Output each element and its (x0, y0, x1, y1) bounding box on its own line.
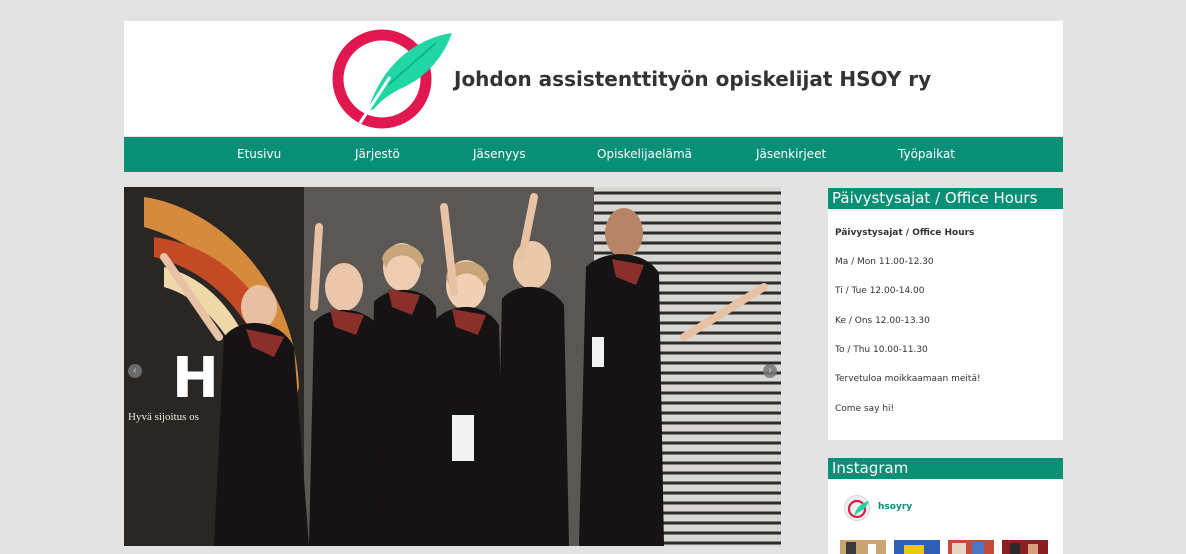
name-badge (592, 337, 604, 367)
chevron-left-icon[interactable]: ‹ (128, 364, 142, 378)
nav-item-jarjesto[interactable]: Järjestö (355, 147, 400, 161)
slide-photo: HS (124, 187, 781, 546)
instagram-thumbnail[interactable] (1002, 540, 1048, 554)
hours-line: Ti / Tue 12.00-14.00 (835, 286, 925, 296)
say-hi-text: Come say hi! (835, 404, 895, 414)
banner-tagline: Hyvä sijoitus os (128, 411, 199, 423)
office-hours-widget: Päivystysajat / Office Hours Päivystysaj… (828, 188, 1063, 440)
feather-logo-icon (847, 499, 869, 519)
welcome-text: Tervetuloa moikkaamaan meitä! (835, 374, 981, 384)
office-hours-heading: Päivystysajat / Office Hours (835, 228, 975, 238)
main-navigation: Etusivu Järjestö Jäsenyys Opiskelijaeläm… (124, 137, 1063, 172)
nav-item-tyopaikat[interactable]: Työpaikat (898, 147, 955, 161)
feather-logo-icon[interactable] (330, 25, 454, 133)
site-header: Johdon assistenttityön opiskelijat HSOY … (124, 21, 1063, 136)
instagram-thumbnail[interactable] (948, 540, 994, 554)
nav-item-opiskelijaelama[interactable]: Opiskelijaelämä (597, 147, 692, 161)
instagram-thumbnail[interactable] (840, 540, 886, 554)
nav-item-jasenyys[interactable]: Jäsenyys (473, 147, 526, 161)
hours-line: Ke / Ons 12.00-13.30 (835, 316, 930, 326)
instagram-widget: Instagram hsoyry (828, 458, 1063, 554)
name-badge (452, 415, 474, 461)
widget-title: Instagram (828, 458, 1063, 479)
chevron-right-icon[interactable]: › (763, 364, 777, 378)
avatar[interactable] (844, 495, 870, 521)
widget-title: Päivystysajat / Office Hours (828, 188, 1063, 209)
image-slider[interactable]: HS (124, 187, 781, 546)
hours-line: Ma / Mon 11.00-12.30 (835, 257, 934, 267)
nav-item-etusivu[interactable]: Etusivu (237, 147, 281, 161)
nav-item-jasenkirjeet[interactable]: Jäsenkirjeet (756, 147, 826, 161)
instagram-thumbnail[interactable] (894, 540, 940, 554)
instagram-username[interactable]: hsoyry (878, 502, 912, 512)
hours-line: To / Thu 10.00-11.30 (835, 345, 928, 355)
site-title[interactable]: Johdon assistenttityön opiskelijat HSOY … (454, 67, 931, 91)
